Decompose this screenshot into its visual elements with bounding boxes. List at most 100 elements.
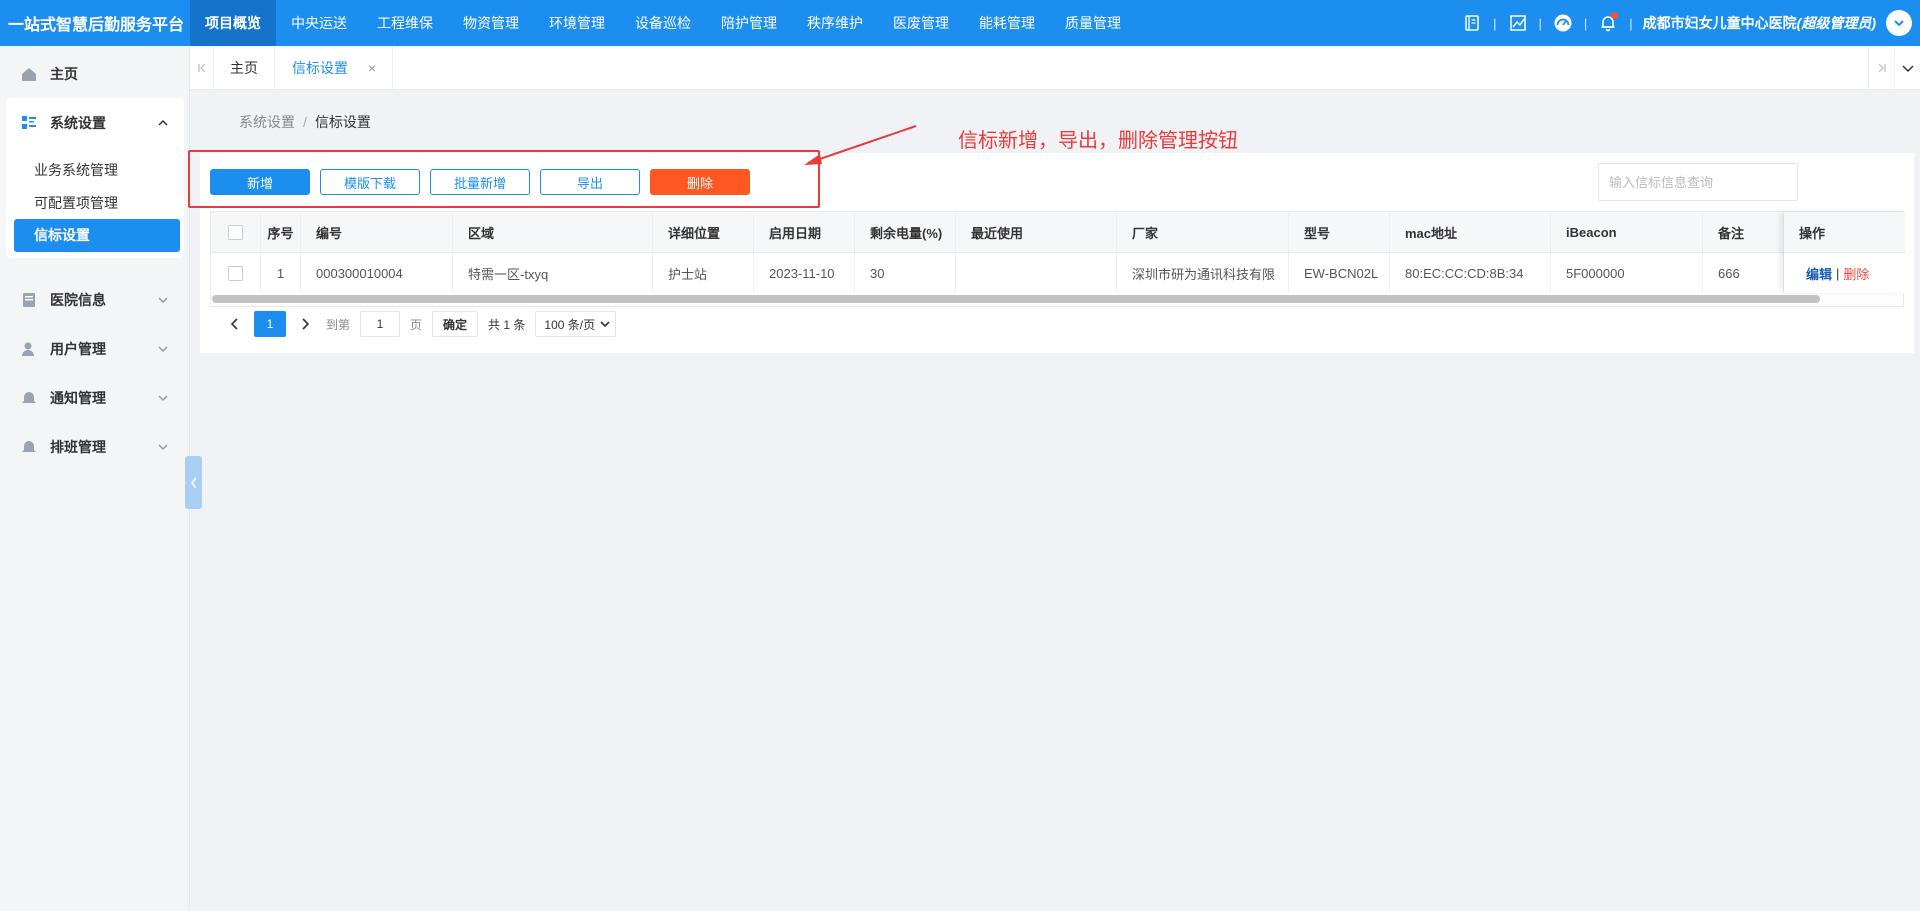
- top-right-tools: | | | | 成都市妇女儿童中心医院(超级管理员): [1461, 0, 1912, 46]
- op-separator: |: [1836, 265, 1840, 281]
- app-title: 一站式智慧后勤服务平台: [8, 17, 185, 34]
- col-header-last-used: 最近使用: [956, 212, 1117, 252]
- goto-page-input[interactable]: [360, 311, 401, 337]
- breadcrumb: 系统设置 / 信标设置: [239, 112, 371, 132]
- page-size-select[interactable]: 100 条/页: [535, 311, 617, 337]
- col-header-operations: 操作: [1784, 212, 1904, 253]
- col-header-manufacturer: 厂家: [1117, 212, 1289, 252]
- next-page-button[interactable]: [292, 311, 318, 337]
- page-size-value: 100 条/页: [544, 317, 596, 332]
- goto-confirm-button[interactable]: 确定: [432, 311, 479, 337]
- nav-item-energy[interactable]: 能耗管理: [964, 0, 1050, 46]
- select-all-checkbox[interactable]: [228, 224, 243, 240]
- dashboard-icon[interactable]: [1552, 12, 1574, 34]
- col-header-area: 区域: [453, 212, 653, 252]
- prev-page-button[interactable]: [222, 311, 248, 337]
- cell-remark: 666: [1703, 253, 1784, 293]
- divider: |: [1583, 15, 1588, 31]
- user-role: (超级管理员): [1796, 15, 1876, 31]
- sidebar-item-system[interactable]: 系统设置: [0, 103, 190, 143]
- cell-location: 护士站: [653, 253, 754, 293]
- nav-item-central-transport[interactable]: 中央运送: [276, 0, 362, 46]
- chevron-down-icon[interactable]: [1894, 46, 1920, 90]
- nav-item-engineering[interactable]: 工程维保: [362, 0, 448, 46]
- select-all-cell: [211, 212, 261, 252]
- sidebar-item-home[interactable]: 主页: [0, 54, 190, 94]
- divider: |: [1538, 15, 1542, 31]
- row-operations: 编辑 | 删除: [1784, 253, 1904, 293]
- goto-label: 到第: [326, 317, 351, 332]
- tab-scroll-left[interactable]: [190, 46, 214, 90]
- sidebar-item-user-management[interactable]: 用户管理: [0, 329, 190, 369]
- cell-last-used: [956, 253, 1117, 293]
- nav-item-order[interactable]: 秩序维护: [792, 0, 878, 46]
- sidebar-collapse-handle[interactable]: [185, 456, 202, 509]
- chevron-right-icon: [302, 318, 310, 330]
- document-icon: [20, 291, 38, 309]
- tab-beacon-settings[interactable]: 信标设置 ×: [276, 46, 394, 90]
- operations-column: 操作 编辑 | 删除: [1784, 212, 1904, 293]
- tab-controls: [1868, 46, 1920, 90]
- bell-icon: [20, 389, 38, 407]
- chevron-down-icon: [158, 444, 168, 451]
- chart-icon[interactable]: [1507, 12, 1529, 34]
- col-header-model: 型号: [1289, 212, 1390, 252]
- chevron-down-icon: [158, 297, 168, 304]
- col-header-mac: mac地址: [1390, 212, 1551, 252]
- grid-list-icon: [20, 114, 38, 132]
- nav-item-overview[interactable]: 项目概览: [190, 0, 276, 46]
- sidebar: 主页 系统设置 业务系统管理 可配置项管理 信标设置 医院信息 用户管理 通知管…: [0, 46, 190, 911]
- sidebar-item-label: 通知管理: [50, 390, 106, 406]
- chevron-down-icon: [158, 395, 168, 402]
- row-checkbox[interactable]: [228, 265, 243, 281]
- cell-code: 000300010004: [301, 253, 453, 293]
- search-input[interactable]: [1598, 163, 1798, 201]
- sidebar-subitem-business-system[interactable]: 业务系统管理: [34, 160, 118, 180]
- sidebar-item-notifications[interactable]: 通知管理: [0, 378, 190, 418]
- table-row: 1 000300010004 特需一区-txyq 护士站 2023-11-10 …: [211, 253, 1905, 293]
- sidebar-subitem-configurable[interactable]: 可配置项管理: [34, 193, 118, 213]
- sidebar-subitem-beacon[interactable]: 信标设置: [14, 219, 180, 252]
- chevron-left-icon: [230, 318, 238, 330]
- col-header-ibeacon: iBeacon: [1551, 212, 1703, 252]
- user-label[interactable]: 成都市妇女儿童中心医院(超级管理员): [1643, 13, 1876, 33]
- total-count: 共 1 条: [488, 317, 526, 332]
- close-icon[interactable]: ×: [368, 60, 376, 76]
- nav-item-materials[interactable]: 物资管理: [448, 0, 534, 46]
- chevron-down-icon: [158, 346, 168, 353]
- cell-start-date: 2023-11-10: [754, 253, 855, 293]
- page-unit-label: 页: [410, 317, 423, 332]
- nav-item-equipment-inspection[interactable]: 设备巡检: [620, 0, 706, 46]
- cell-ibeacon: 5F000000: [1551, 253, 1703, 293]
- sidebar-item-scheduling[interactable]: 排班管理: [0, 427, 190, 467]
- delete-link[interactable]: 删除: [1843, 264, 1869, 283]
- chevron-down-icon: [1894, 20, 1904, 27]
- page-number-current[interactable]: 1: [254, 311, 286, 337]
- bell-icon: [20, 438, 38, 456]
- cell-mac: 80:EC:CC:CD:8B:34: [1390, 253, 1551, 293]
- tab-home[interactable]: 主页: [214, 46, 275, 90]
- main-nav: 项目概览 中央运送 工程维保 物资管理 环境管理 设备巡检 陪护管理 秩序维护 …: [190, 0, 1136, 46]
- sidebar-item-label: 医院信息: [50, 292, 106, 308]
- book-icon[interactable]: [1461, 12, 1483, 34]
- user-hospital: 成都市妇女儿童中心医院: [1642, 15, 1797, 31]
- user-menu-button[interactable]: [1886, 10, 1912, 36]
- nav-item-escort[interactable]: 陪护管理: [706, 0, 792, 46]
- bell-icon[interactable]: [1597, 12, 1619, 34]
- tab-bar: 主页 信标设置 ×: [190, 46, 1920, 90]
- edit-link[interactable]: 编辑: [1806, 264, 1832, 283]
- user-icon: [20, 340, 38, 358]
- sidebar-item-label: 系统设置: [50, 115, 106, 131]
- home-icon: [20, 65, 38, 83]
- last-page-icon[interactable]: [1868, 46, 1894, 90]
- nav-item-quality[interactable]: 质量管理: [1050, 0, 1136, 46]
- col-header-code: 编号: [301, 212, 453, 252]
- col-header-location: 详细位置: [653, 212, 754, 252]
- nav-item-environment[interactable]: 环境管理: [534, 0, 620, 46]
- sidebar-item-label: 排班管理: [50, 439, 106, 455]
- sidebar-item-hospital-info[interactable]: 医院信息: [0, 280, 190, 320]
- nav-item-medical-waste[interactable]: 医废管理: [878, 0, 964, 46]
- chevron-left-icon: [190, 477, 197, 488]
- horizontal-scrollbar[interactable]: [212, 295, 1820, 303]
- breadcrumb-parent[interactable]: 系统设置: [239, 114, 295, 130]
